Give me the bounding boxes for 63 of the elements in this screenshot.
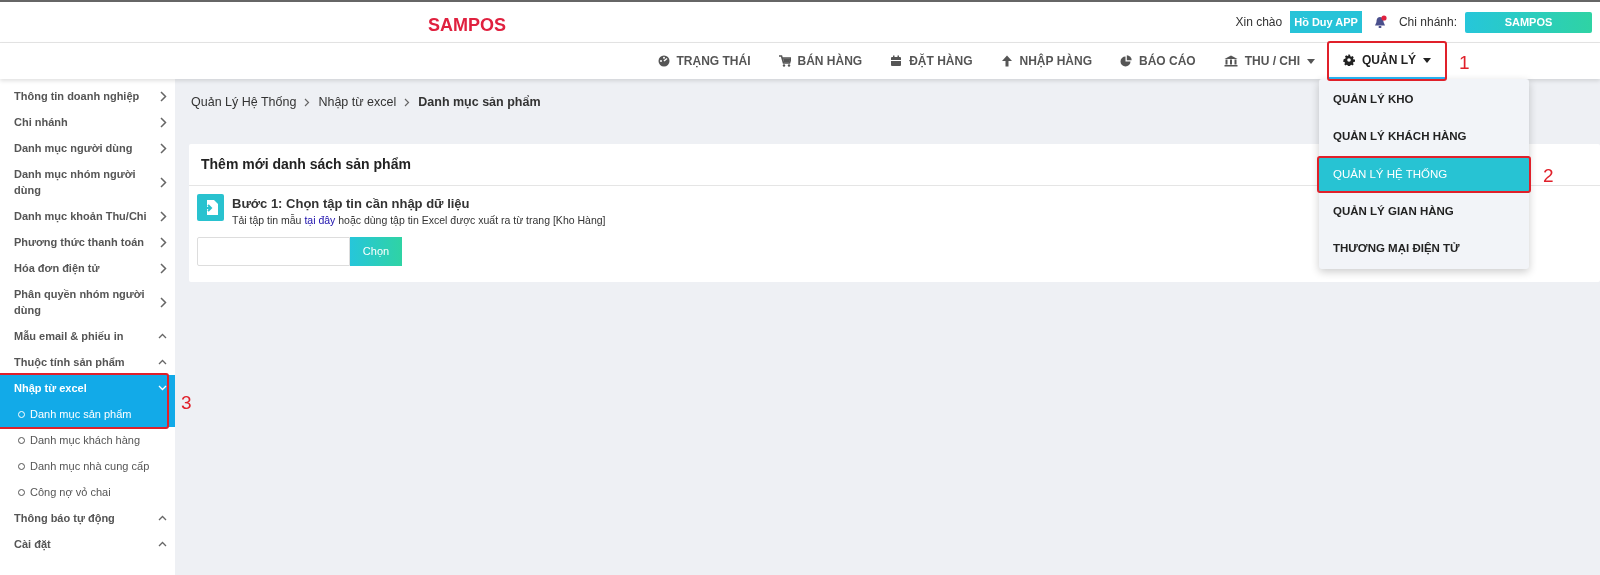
step-number: 1: [1459, 51, 1470, 75]
chevron-right-icon: [160, 90, 167, 102]
step-number: 3: [181, 391, 192, 415]
menu-item[interactable]: QUẢN LÝ KHÁCH HÀNG: [1319, 118, 1529, 156]
sidebar-subitem[interactable]: Công nợ vỏ chai: [0, 479, 175, 505]
sidebar-item[interactable]: Danh mục khoản Thu/Chi: [0, 203, 175, 229]
sidebar-item[interactable]: Hóa đơn điện tử: [0, 255, 175, 281]
breadcrumb-item[interactable]: Nhập từ excel: [318, 93, 397, 112]
nav-tab[interactable]: NHẬP HÀNG: [986, 43, 1106, 79]
sidebar-item[interactable]: Danh mục người dùng: [0, 135, 175, 161]
template-link[interactable]: tại đây: [304, 214, 336, 227]
menu-item[interactable]: QUẢN LÝ KHO: [1319, 81, 1529, 119]
sidebar-item[interactable]: Danh mục nhóm người dùng: [0, 161, 175, 203]
sidebar-item[interactable]: Thông báo tự động: [0, 505, 175, 531]
hint-text: Tải tập tin mẫu tại đây hoặc dùng tập tin Excel được xuất ra từ trang [Kho Hàng]: [232, 213, 606, 229]
nav-tab[interactable]: QUẢN LÝ: [1329, 43, 1445, 79]
bank-icon: [1223, 55, 1238, 67]
settings-icon: [1343, 54, 1355, 66]
breadcrumb-item[interactable]: Quản Lý Hệ Thống: [191, 93, 297, 112]
sidebar-subitem[interactable]: Danh mục khách hàng: [0, 427, 175, 453]
chevron-right-icon: [160, 210, 167, 222]
chevron-right-icon: [160, 236, 167, 248]
sidebar-item[interactable]: Phương thức thanh toán: [0, 229, 175, 255]
chevron-right-icon: [160, 142, 167, 154]
chevron-up-icon: [158, 333, 167, 339]
step-number: 2: [1543, 164, 1554, 189]
nav-tab[interactable]: BÁO CÁO: [1106, 43, 1210, 79]
sidebar-item[interactable]: Phân quyền nhóm người dùng: [0, 281, 175, 323]
menu-item[interactable]: THƯƠNG MẠI ĐIỆN TỬ: [1319, 230, 1529, 268]
gauge-icon: [657, 55, 670, 67]
chevron-right-icon: [160, 116, 167, 128]
chevron-down-icon: [158, 385, 167, 391]
chevron-right-icon: [160, 296, 167, 308]
chevron-up-icon: [158, 541, 167, 547]
sidebar-subitem[interactable]: Danh mục nhà cung cấp: [0, 453, 175, 479]
greeting-text: Xin chào: [1235, 14, 1283, 31]
chevron-right-icon: [160, 176, 167, 188]
chevron-up-icon: [158, 359, 167, 365]
cart-icon: [778, 55, 791, 67]
menu-item[interactable]: QUẢN LÝ GIAN HÀNG: [1319, 192, 1529, 230]
nav-tab[interactable]: THU / CHI: [1209, 43, 1329, 79]
sidebar-item[interactable]: Cài đặt: [0, 531, 175, 557]
nav-tab[interactable]: TRẠNG THÁI: [643, 43, 765, 79]
arrow-up-icon: [1000, 55, 1013, 67]
sidebar-item[interactable]: Mẫu email & phiếu in: [0, 323, 175, 349]
chevron-up-icon: [158, 515, 167, 521]
breadcrumb-item: Danh mục sản phẩm: [418, 94, 541, 111]
nav-tab[interactable]: BÁN HÀNG: [764, 43, 877, 79]
chevron-right-icon: [304, 97, 311, 107]
step-title: Bước 1: Chọn tập tin cần nhập dữ liệu: [232, 194, 471, 213]
chevron-right-icon: [160, 262, 167, 274]
nav-tab[interactable]: ĐẶT HÀNG: [876, 43, 987, 79]
user-badge: Hồ Duy APP: [1290, 10, 1362, 34]
file-path-field[interactable]: [197, 237, 350, 266]
pie-chart-icon: [1120, 55, 1132, 67]
sidebar-item[interactable]: Chi nhánh: [0, 109, 175, 135]
branch-label: Chi nhánh:: [1398, 14, 1457, 31]
calendar-icon: [890, 55, 903, 67]
chevron-right-icon: [404, 97, 411, 107]
sidebar-item[interactable]: Thuộc tính sản phẩm: [0, 349, 175, 375]
logo: SAMPOS: [428, 14, 506, 37]
file-import-icon: [197, 193, 224, 221]
sidebar-item[interactable]: Thông tin doanh nghiệp: [0, 83, 175, 109]
